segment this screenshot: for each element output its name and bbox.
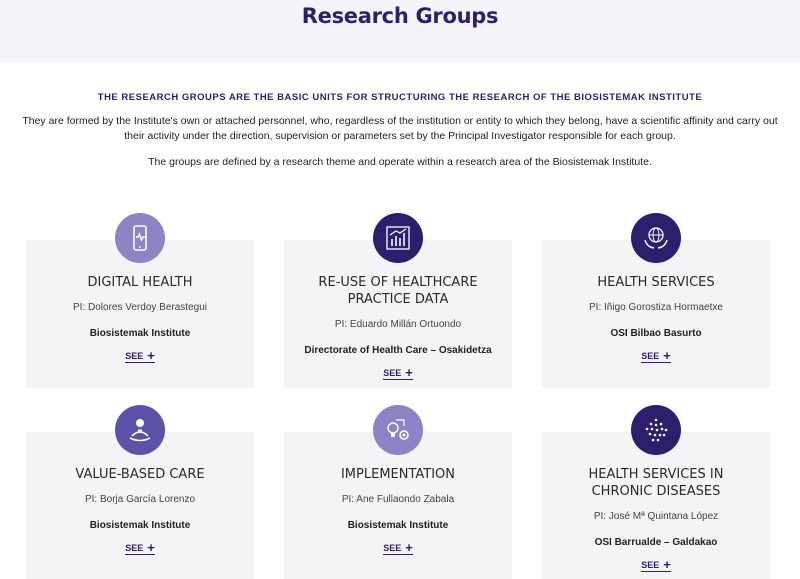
- see-label: SEE: [641, 560, 660, 570]
- page-title: Research Groups: [301, 4, 499, 28]
- see-more: SEE +: [542, 557, 770, 572]
- see-more: SEE +: [26, 348, 254, 363]
- group-pi: PI: José Mª Quintana López: [593, 511, 719, 522]
- see-label: SEE: [641, 351, 660, 361]
- see-more: SEE +: [284, 365, 512, 380]
- group-institution: Biosistemak Institute: [89, 520, 191, 531]
- group-pi: PI: Borja García Lorenzo: [84, 494, 196, 505]
- group-title: DIGITAL HEALTH: [87, 275, 193, 290]
- plus-icon: +: [405, 365, 413, 380]
- plus-icon: +: [405, 540, 413, 555]
- group-pi: PI: Dolores Verdoy Berastegui: [73, 302, 207, 313]
- bar-chart-icon: [373, 213, 423, 263]
- see-more-link[interactable]: SEE +: [383, 365, 413, 380]
- phone-heart-icon: [115, 213, 165, 263]
- intro-paragraph-secondary: The groups are defined by a research the…: [148, 156, 652, 168]
- plus-icon: +: [147, 540, 155, 555]
- group-institution: OSI Bilbao Basurto: [610, 328, 702, 339]
- group-institution: OSI Barrualde – Galdakao: [594, 537, 718, 548]
- see-more: SEE +: [26, 540, 254, 555]
- see-more: SEE +: [542, 348, 770, 363]
- group-title: HEALTH SERVICES: [597, 275, 715, 290]
- globe-hands-icon: [631, 213, 681, 263]
- see-label: SEE: [383, 368, 402, 378]
- intro-paragraph: They are formed by the Institute's own o…: [22, 115, 778, 142]
- see-more-link[interactable]: SEE +: [125, 348, 155, 363]
- intro-tagline: THE RESEARCH GROUPS ARE THE BASIC UNITS …: [97, 92, 703, 103]
- group-pi: PI: Eduardo Millán Ortuondo: [334, 319, 462, 330]
- see-more: SEE +: [284, 540, 512, 555]
- see-label: SEE: [383, 543, 402, 553]
- dots-network-icon: [631, 405, 681, 455]
- see-label: SEE: [125, 351, 144, 361]
- person-care-icon: [115, 405, 165, 455]
- group-title: VALUE-BASED CARE: [75, 467, 205, 482]
- see-label: SEE: [125, 543, 144, 553]
- plus-icon: +: [663, 348, 671, 363]
- group-institution: Directorate of Health Care – Osakidetza: [304, 345, 492, 356]
- group-pi: PI: Ane Fullaondo Zabala: [341, 494, 455, 505]
- see-more-link[interactable]: SEE +: [641, 557, 671, 572]
- group-title: RE-USE OF HEALTHCARE PRACTICE DATA: [318, 275, 478, 307]
- plus-icon: +: [147, 348, 155, 363]
- lightbulb-gear-icon: [373, 405, 423, 455]
- group-title: IMPLEMENTATION: [340, 467, 456, 482]
- see-more-link[interactable]: SEE +: [383, 540, 413, 555]
- see-more-link[interactable]: SEE +: [125, 540, 155, 555]
- group-institution: Biosistemak Institute: [89, 328, 191, 339]
- group-institution: Biosistemak Institute: [347, 520, 449, 531]
- group-title: HEALTH SERVICES IN CHRONIC DISEASES: [588, 467, 724, 499]
- page-header: Research Groups: [0, 0, 800, 62]
- see-more-link[interactable]: SEE +: [641, 348, 671, 363]
- plus-icon: +: [663, 557, 671, 572]
- group-pi: PI: Iñigo Gorostiza Hormaetxe: [589, 302, 723, 313]
